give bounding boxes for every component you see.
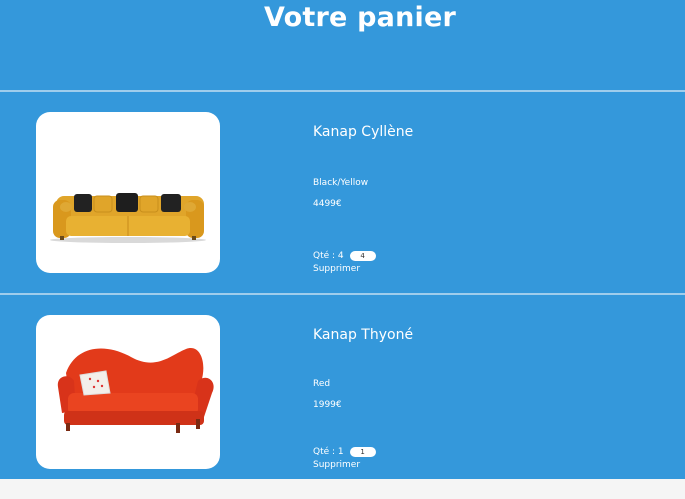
quantity-row: Qté : 4 4 — [313, 251, 376, 261]
product-image — [36, 315, 220, 469]
quantity-input[interactable]: 4 — [349, 251, 376, 261]
product-name: Kanap Thyoné — [313, 327, 414, 343]
page-title: Votre panier — [264, 2, 456, 33]
cart-item: Kanap Cyllène Black/Yellow 4499€ Qté : 4… — [0, 112, 685, 282]
product-price: 4499€ — [313, 199, 342, 209]
quantity-input[interactable]: 1 — [349, 447, 376, 457]
yellow-sofa-icon — [50, 193, 206, 243]
quantity-label: Qté : 1 — [313, 447, 344, 457]
red-sofa-icon — [57, 347, 214, 433]
product-image — [36, 112, 220, 273]
product-color: Black/Yellow — [313, 178, 369, 188]
quantity-row: Qté : 1 1 — [313, 447, 376, 457]
delete-button[interactable]: Supprimer — [313, 460, 360, 470]
delete-button[interactable]: Supprimer — [313, 264, 360, 274]
divider — [0, 293, 685, 295]
cart-item: Kanap Thyoné Red 1999€ Qté : 1 1 Supprim… — [0, 315, 685, 479]
divider — [0, 90, 685, 92]
quantity-label: Qté : 4 — [313, 251, 344, 261]
product-price: 1999€ — [313, 400, 342, 410]
product-name: Kanap Cyllène — [313, 124, 414, 140]
product-color: Red — [313, 379, 331, 389]
